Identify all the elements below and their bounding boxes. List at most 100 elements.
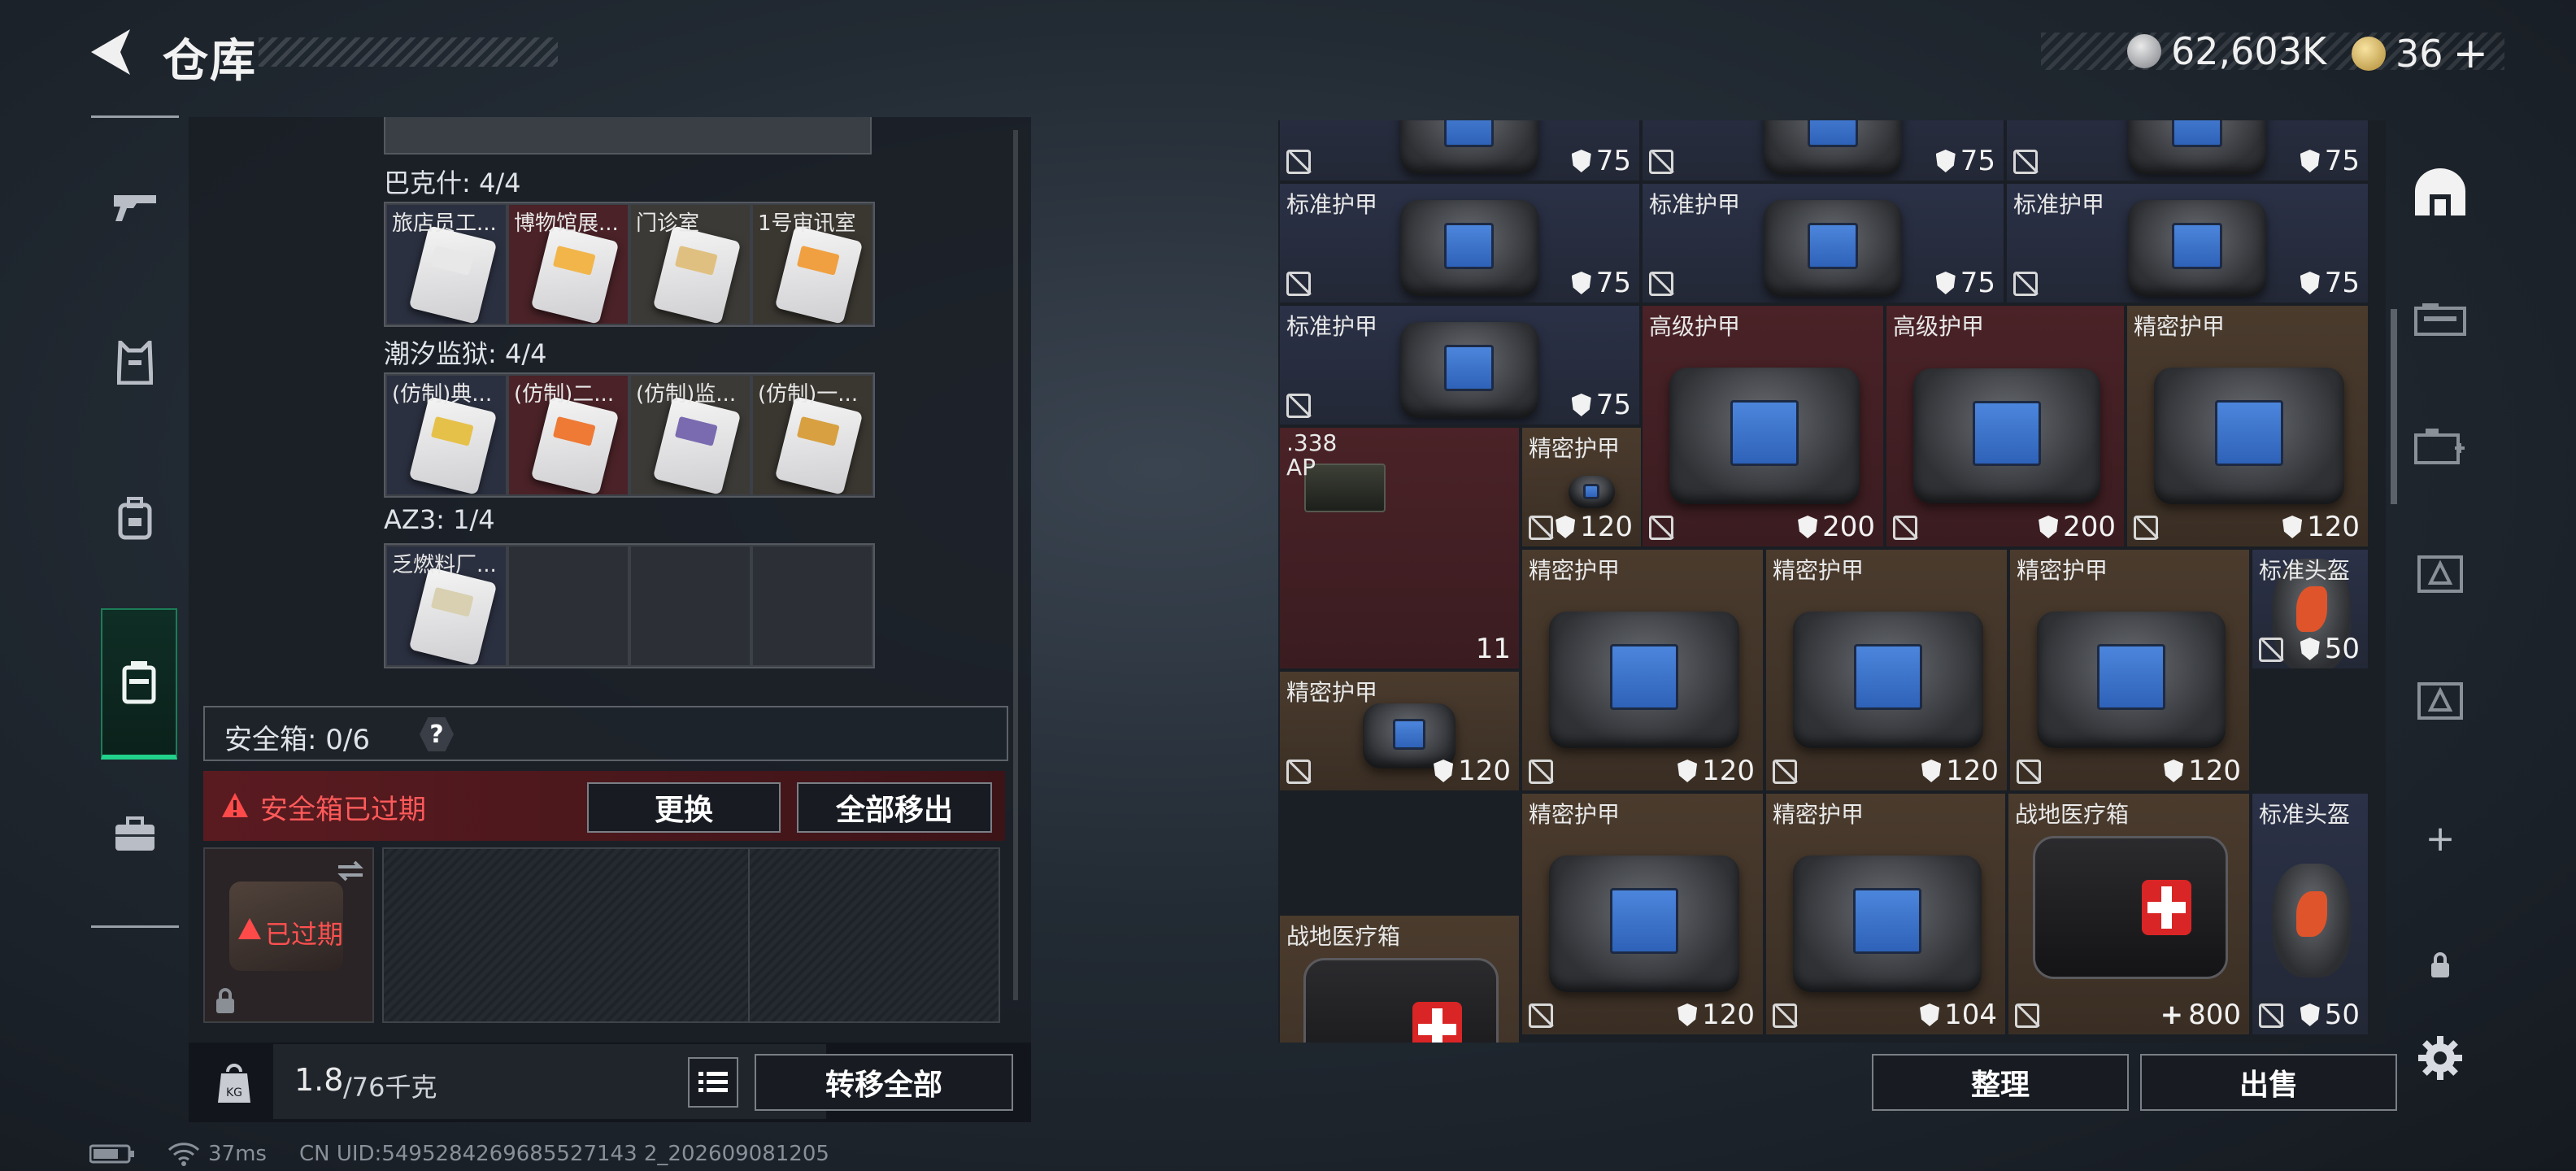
keycard-icon	[774, 396, 864, 494]
no-insurance-icon	[2013, 150, 2038, 174]
map-box-icon[interactable]	[2408, 668, 2472, 732]
keycard-slot[interactable]: 旅店员工...	[387, 205, 506, 324]
stash-item[interactable]: 精密护甲 104	[1764, 792, 2007, 1036]
backpack-icon[interactable]	[101, 485, 169, 553]
stash-item-stat: 75	[2300, 145, 2360, 177]
stash-item-name: 标准护甲	[1286, 191, 1378, 218]
stash-items: 75 75 75 标准护甲 75 标准护甲 75 标准护甲 75 标准护甲 75 高级护甲 200 高级护…	[1278, 120, 2386, 1043]
empty-keycard-slot[interactable]	[509, 546, 628, 665]
no-insurance-icon	[1893, 516, 1917, 540]
stash-item[interactable]: 75	[2005, 120, 2369, 182]
help-button[interactable]: ?	[420, 717, 454, 751]
stash-item[interactable]: 75	[1278, 120, 1641, 182]
sell-button[interactable]: 出售	[2140, 1054, 2397, 1111]
no-insurance-icon	[1286, 760, 1311, 784]
stash-item[interactable]: 精密护甲 120	[1278, 670, 1521, 792]
stash-item[interactable]: 精密护甲 120	[2008, 548, 2251, 792]
stash-item[interactable]: 战地医疗箱	[1278, 914, 1521, 1043]
keycard-icon	[774, 225, 864, 324]
lock-icon	[216, 988, 234, 1013]
swap-icon[interactable]	[335, 859, 366, 883]
stash-item[interactable]: 精密护甲 120	[2126, 304, 2369, 548]
keycard-row: 乏燃料厂...	[384, 543, 875, 668]
keycard-slot[interactable]: 博物馆展...	[509, 205, 628, 324]
durability-shield-icon	[1571, 150, 1591, 172]
stash-item[interactable]: 精密护甲 120	[1521, 426, 1643, 548]
keycard-slot[interactable]: 1号审讯室	[753, 205, 872, 324]
stash-item[interactable]: 标准头盔 50	[2251, 792, 2369, 1036]
stash-tab-icon[interactable]	[2408, 161, 2472, 224]
gun-icon[interactable]	[101, 172, 169, 241]
add-currency-button[interactable]: +	[2453, 29, 2489, 78]
stash-item[interactable]: 高级护甲 200	[1885, 304, 2126, 548]
durability-shield-icon	[1920, 1003, 1940, 1026]
keycard-slot[interactable]: (仿制)一...	[753, 376, 872, 494]
keycard-icon	[652, 396, 742, 494]
stash-item-name: 高级护甲	[1649, 313, 1741, 340]
empty-keycard-slot[interactable]	[753, 546, 872, 665]
replace-button[interactable]: 更换	[587, 782, 781, 833]
keycard-name: 旅店员工...	[392, 211, 497, 236]
keycard-slot[interactable]: (仿制)典...	[387, 376, 506, 494]
armor-vest-icon[interactable]	[101, 329, 169, 397]
back-arrow-icon[interactable]	[88, 28, 133, 76]
stat-value: 75	[1960, 145, 1995, 177]
lock-icon[interactable]	[2408, 934, 2472, 997]
stash-item-name: 精密护甲	[1529, 435, 1621, 462]
durability-shield-icon	[1935, 150, 1956, 172]
stash-item[interactable]: 高级护甲 200	[1641, 304, 1885, 548]
keycard-row: (仿制)典... (仿制)二... (仿制)监... (仿制)一...	[384, 372, 875, 498]
keycard-slot[interactable]: 乏燃料厂...	[387, 546, 506, 665]
list-view-button[interactable]	[688, 1057, 738, 1108]
stat-value: 75	[2324, 267, 2360, 299]
transfer-all-button[interactable]: 转移全部	[755, 1054, 1013, 1111]
stash-item[interactable]: 标准护甲 75	[1278, 182, 1641, 304]
stash-item-name: 精密护甲	[2134, 313, 2226, 340]
stash-item[interactable]: 精密护甲 120	[1521, 792, 1764, 1036]
map-box-icon[interactable]	[2408, 542, 2472, 605]
add-storage-icon[interactable]: +	[2408, 807, 2472, 870]
keycard-icon	[652, 225, 742, 324]
stash-item[interactable]: .338 AP 11	[1278, 426, 1521, 670]
keycard-name: (仿制)典...	[392, 382, 493, 407]
sort-button[interactable]: 整理	[1872, 1054, 2129, 1111]
stat-value: 800	[2188, 999, 2241, 1031]
armor-vest-icon	[1549, 611, 1739, 749]
medical-box-icon[interactable]	[2408, 415, 2472, 478]
durability-shield-icon	[1677, 760, 1698, 782]
briefcase-icon[interactable]	[101, 800, 169, 868]
title-decoration	[259, 37, 558, 67]
stash-item[interactable]: 标准头盔 50	[2251, 548, 2369, 670]
silver-currency: 62,603K	[2127, 29, 2326, 73]
stash-item[interactable]: 标准护甲 75	[2005, 182, 2369, 304]
keycard-slot[interactable]: (仿制)监...	[631, 376, 750, 494]
no-insurance-icon	[1773, 760, 1797, 784]
stash-item-name: 精密护甲	[1773, 801, 1865, 828]
stat-value: 120	[1580, 511, 1633, 543]
stash-item[interactable]: 战地医疗箱 +800	[2007, 792, 2251, 1036]
container-tab[interactable]	[101, 608, 177, 760]
remove-all-button[interactable]: 全部移出	[797, 782, 992, 833]
keycard-slot[interactable]: (仿制)二...	[509, 376, 628, 494]
stash-item[interactable]: 精密护甲 120	[1521, 548, 1764, 792]
keycard-icon	[408, 225, 498, 324]
stash-item[interactable]: 标准护甲 75	[1278, 304, 1641, 426]
settings-gear-icon[interactable]	[2408, 1026, 2472, 1090]
left-scrollbar[interactable]	[1013, 130, 1018, 1000]
weapon-box-icon[interactable]	[2408, 288, 2472, 351]
no-insurance-icon	[1649, 516, 1673, 540]
safe-box-slots[interactable]	[382, 847, 1000, 1023]
stash-item[interactable]: 75	[1641, 120, 2005, 182]
expired-safe-box-slot[interactable]: 已过期	[203, 847, 374, 1023]
keycard-icon	[408, 567, 498, 665]
stash-item[interactable]: 标准护甲 75	[1641, 182, 2005, 304]
stash-item[interactable]: 精密护甲 120	[1764, 548, 2008, 792]
list-icon	[698, 1072, 728, 1092]
durability-shield-icon	[1677, 1003, 1698, 1026]
stash-item-stat: 75	[1571, 267, 1631, 299]
expired-tag: 已过期	[265, 919, 344, 950]
stat-value: 50	[2324, 633, 2360, 665]
keycard-slot[interactable]: 门诊室	[631, 205, 750, 324]
empty-keycard-slot[interactable]	[631, 546, 750, 665]
no-insurance-icon	[2015, 1003, 2039, 1028]
